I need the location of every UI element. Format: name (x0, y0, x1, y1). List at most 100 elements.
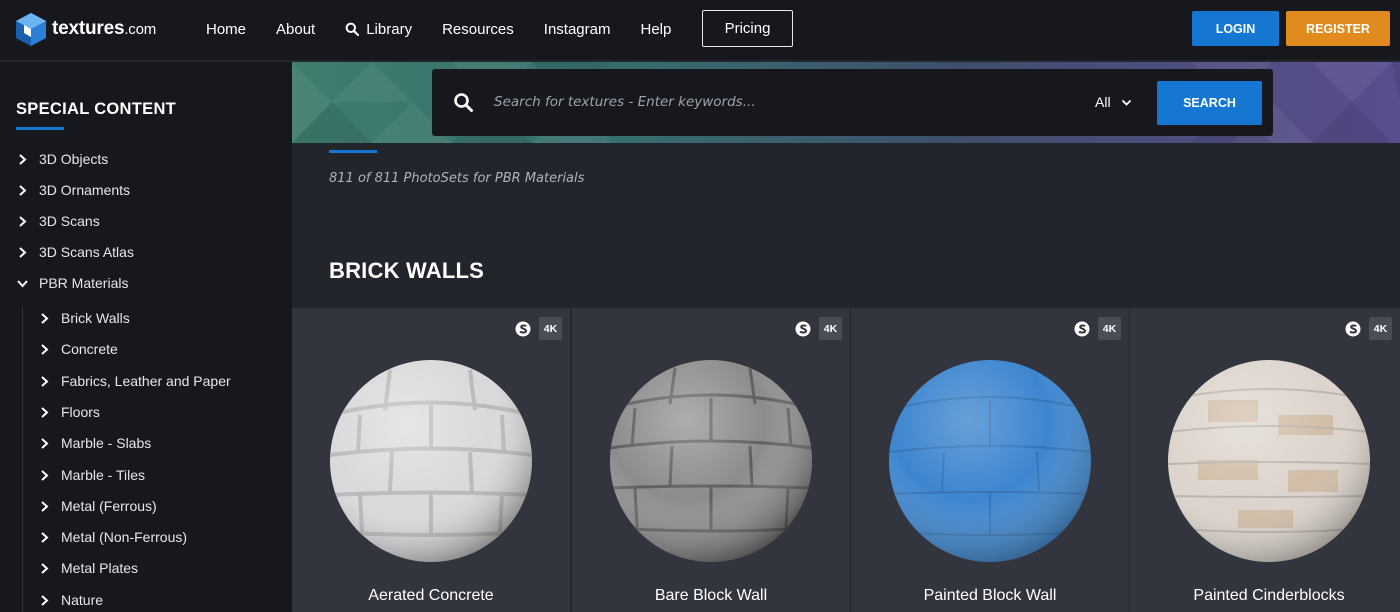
sidebar-subitem-floors[interactable]: Floors (38, 404, 100, 420)
sidebar-item-3d-objects[interactable]: 3D Objects (16, 151, 108, 167)
result-count: 811 of 811 PhotoSets for PBR Materials (329, 171, 585, 186)
sidebar-subitem-label: Metal (Non-Ferrous) (61, 529, 188, 545)
texture-card-painted-cinderblocks[interactable]: 4K Painted Cinderblocks (1130, 308, 1400, 612)
section-accent-bar (329, 150, 377, 153)
chevron-down-icon (17, 279, 28, 287)
chevron-right-icon (41, 562, 49, 574)
sidebar-subitem-fabrics[interactable]: Fabrics, Leather and Paper (38, 373, 231, 389)
texture-card-aerated-concrete[interactable]: 4K Aerated Concrete (292, 308, 570, 612)
sidebar-item-label: 3D Ornaments (39, 182, 131, 198)
sidebar-item-pbr-materials[interactable]: PBR Materials (16, 275, 128, 291)
chevron-right-icon (41, 437, 49, 449)
substance-icon (1345, 321, 1361, 336)
section-title: BRICK WALLS (329, 258, 484, 283)
sidebar: SPECIAL CONTENT 3D Objects 3D Ornaments … (0, 62, 292, 612)
cube-logo-icon (16, 13, 46, 46)
sidebar-subitem-marble-slabs[interactable]: Marble - Slabs (38, 435, 151, 451)
nav-home[interactable]: Home (206, 21, 246, 38)
texture-grid: 4K Aerated Concrete 4K Bare Block Wall 4… (292, 308, 1400, 612)
substance-icon (1074, 321, 1090, 336)
sidebar-item-3d-ornaments[interactable]: 3D Ornaments (16, 182, 130, 198)
nav-library[interactable]: Library (345, 21, 412, 38)
sidebar-subitem-label: Floors (61, 404, 100, 420)
pricing-button[interactable]: Pricing (702, 10, 793, 47)
nav-help[interactable]: Help (640, 21, 671, 38)
sidebar-subitem-label: Metal (Ferrous) (61, 498, 157, 514)
card-badges: 4K (1074, 317, 1121, 340)
resolution-badge: 4K (1369, 317, 1392, 340)
resolution-badge: 4K (1098, 317, 1121, 340)
substance-icon (795, 321, 811, 336)
sidebar-item-3d-scans-atlas[interactable]: 3D Scans Atlas (16, 244, 134, 260)
texture-preview-sphere (610, 360, 812, 562)
nav-resources-label: Resources (442, 20, 514, 38)
sidebar-title: SPECIAL CONTENT (16, 100, 177, 118)
sidebar-subitem-nature[interactable]: Nature (38, 592, 103, 608)
sidebar-subitem-label: Fabrics, Leather and Paper (61, 373, 231, 389)
sidebar-subitem-marble-tiles[interactable]: Marble - Tiles (38, 467, 145, 483)
texture-card-bare-block-wall[interactable]: 4K Bare Block Wall (572, 308, 850, 612)
sidebar-item-label: 3D Scans (39, 213, 100, 229)
chevron-right-icon (41, 375, 49, 387)
login-button[interactable]: LOGIN (1192, 11, 1279, 46)
sidebar-subitem-concrete[interactable]: Concrete (38, 341, 118, 357)
logo-suffix: .com (124, 21, 157, 38)
chevron-down-icon (1121, 99, 1131, 106)
nav-resources[interactable]: Resources (442, 21, 514, 38)
nav-help-label: Help (640, 20, 672, 38)
search-icon (454, 93, 473, 112)
nav-about[interactable]: About (276, 21, 315, 38)
sidebar-title-underline (16, 127, 64, 130)
sidebar-item-label: PBR Materials (39, 275, 129, 291)
chevron-right-icon (19, 153, 27, 165)
sidebar-item-label: 3D Scans Atlas (39, 244, 134, 260)
category-filter-dropdown[interactable]: All (1095, 94, 1132, 110)
sidebar-subitem-label: Concrete (61, 341, 118, 357)
search-button[interactable]: SEARCH (1157, 81, 1262, 125)
resolution-badge: 4K (539, 317, 562, 340)
texture-preview-sphere (1168, 360, 1370, 562)
chevron-right-icon (41, 406, 49, 418)
chevron-right-icon (41, 469, 49, 481)
chevron-right-icon (41, 312, 49, 324)
nav-home-label: Home (206, 20, 247, 38)
sidebar-item-3d-scans[interactable]: 3D Scans (16, 213, 100, 229)
chevron-right-icon (41, 531, 49, 543)
sidebar-subitem-metal-plates[interactable]: Metal Plates (38, 560, 138, 576)
filter-value: All (1095, 94, 1111, 110)
texture-preview-sphere (889, 360, 1091, 562)
top-navbar: textures.com Home About Library Resource… (0, 0, 1400, 61)
card-title: Aerated Concrete (368, 587, 494, 604)
card-badges: 4K (795, 317, 842, 340)
tree-guide-line (22, 306, 23, 612)
texture-preview-sphere (330, 360, 532, 562)
register-button[interactable]: REGISTER (1286, 11, 1390, 46)
site-logo[interactable]: textures.com (14, 11, 156, 47)
search-icon (345, 22, 360, 36)
nav-instagram[interactable]: Instagram (544, 21, 611, 38)
sidebar-subitem-label: Marble - Slabs (61, 435, 152, 451)
logo-name: textures (52, 18, 125, 39)
nav-instagram-label: Instagram (543, 20, 611, 38)
resolution-badge: 4K (819, 317, 842, 340)
chevron-right-icon (19, 215, 27, 227)
card-title: Painted Block Wall (923, 587, 1057, 604)
sidebar-subitem-brick-walls[interactable]: Brick Walls (38, 310, 130, 326)
search-input[interactable] (494, 88, 1054, 116)
card-title: Bare Block Wall (654, 587, 768, 604)
sidebar-subitem-label: Marble - Tiles (61, 467, 146, 483)
card-badges: 4K (515, 317, 562, 340)
sidebar-subitem-metal-non-ferrous[interactable]: Metal (Non-Ferrous) (38, 529, 187, 545)
card-title: Painted Cinderblocks (1193, 587, 1345, 604)
sidebar-subitem-label: Metal Plates (61, 560, 139, 576)
chevron-right-icon (41, 594, 49, 606)
chevron-right-icon (41, 500, 49, 512)
sidebar-subitem-metal-ferrous[interactable]: Metal (Ferrous) (38, 498, 157, 514)
substance-icon (515, 321, 531, 336)
chevron-right-icon (19, 246, 27, 258)
chevron-right-icon (41, 343, 49, 355)
nav-library-label: Library (366, 20, 413, 38)
texture-card-painted-block-wall[interactable]: 4K Painted Block Wall (851, 308, 1129, 612)
nav-about-label: About (276, 20, 316, 38)
card-badges: 4K (1345, 317, 1392, 340)
